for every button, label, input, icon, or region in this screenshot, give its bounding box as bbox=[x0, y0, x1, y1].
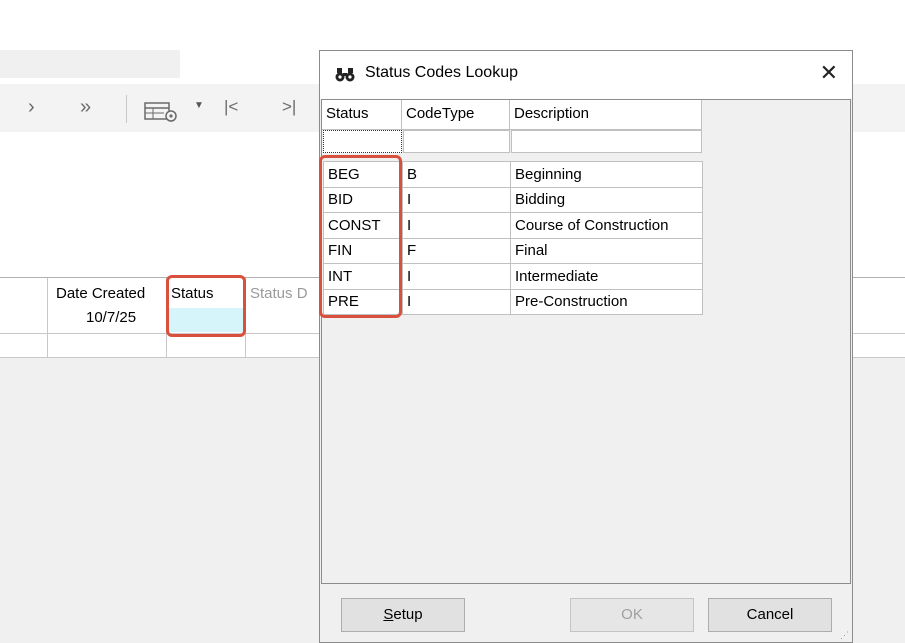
dialog-titlebar: Status Codes Lookup ✕ bbox=[320, 51, 852, 99]
codetype-cell[interactable]: I bbox=[402, 288, 511, 315]
column-header-label: CodeType bbox=[406, 105, 475, 122]
status-codes-highlight bbox=[319, 155, 402, 318]
last-page-button[interactable]: » bbox=[80, 96, 91, 118]
status-column-highlight bbox=[166, 275, 246, 337]
dialog-title: Status Codes Lookup bbox=[365, 64, 518, 81]
setup-label: etup bbox=[393, 606, 423, 623]
description-cell[interactable]: Beginning bbox=[510, 161, 703, 188]
codetype-cell[interactable]: I bbox=[402, 212, 511, 239]
column-header-status-description[interactable]: Status D bbox=[250, 285, 308, 302]
codetype-filter-input[interactable] bbox=[403, 130, 510, 153]
close-icon[interactable]: ✕ bbox=[820, 61, 838, 85]
chevron-down-icon[interactable]: ▼ bbox=[194, 100, 204, 111]
ok-button[interactable]: OK bbox=[570, 598, 694, 632]
column-header-date-created[interactable]: Date Created bbox=[56, 285, 145, 302]
description-filter-input[interactable] bbox=[511, 130, 702, 153]
description-cell[interactable]: Bidding bbox=[510, 186, 703, 213]
binoculars-icon bbox=[335, 67, 355, 87]
status-filter-input[interactable] bbox=[323, 130, 402, 153]
description-cell[interactable]: Course of Construction bbox=[510, 212, 703, 239]
grid-column-divider bbox=[47, 278, 48, 358]
column-header-codetype[interactable]: CodeType bbox=[402, 100, 510, 130]
status-codes-lookup-dialog: Status Codes Lookup ✕ Status CodeType De… bbox=[319, 50, 853, 643]
column-header-label: Status bbox=[326, 105, 369, 122]
column-header-label: Description bbox=[514, 105, 590, 122]
column-header-description[interactable]: Description bbox=[510, 100, 702, 130]
cancel-button[interactable]: Cancel bbox=[708, 598, 832, 632]
first-record-button[interactable]: |< bbox=[224, 96, 238, 118]
description-cell[interactable]: Pre-Construction bbox=[510, 288, 703, 315]
toolbar-separator bbox=[126, 95, 127, 123]
next-record-button[interactable]: › bbox=[28, 96, 35, 118]
app-top-strip bbox=[0, 50, 180, 78]
setup-button[interactable]: Setup bbox=[341, 598, 465, 632]
description-cell[interactable]: Final bbox=[510, 237, 703, 264]
resize-grip-icon[interactable]: ⋰ bbox=[840, 631, 849, 640]
grid-settings-icon[interactable] bbox=[144, 100, 180, 126]
description-cell[interactable]: Intermediate bbox=[510, 263, 703, 290]
last-record-button[interactable]: >| bbox=[282, 96, 296, 118]
codetype-cell[interactable]: I bbox=[402, 263, 511, 290]
setup-mnemonic: S bbox=[383, 606, 394, 623]
column-header-status[interactable]: Status bbox=[322, 100, 402, 130]
codetype-cell[interactable]: I bbox=[402, 186, 511, 213]
codetype-cell[interactable]: B bbox=[402, 161, 511, 188]
codetype-cell[interactable]: F bbox=[402, 237, 511, 264]
date-created-value: 10/7/25 bbox=[86, 309, 137, 326]
